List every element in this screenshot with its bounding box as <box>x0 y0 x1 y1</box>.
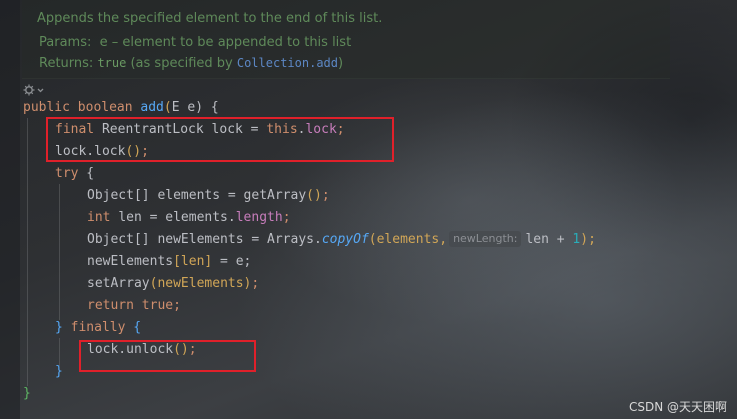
javadoc-returns-close: ) <box>338 56 344 71</box>
code-vision-icon[interactable] <box>23 83 45 97</box>
tok-keyword: public boolean <box>23 100 141 115</box>
javadoc-description: Appends the specified element to the end… <box>37 11 383 26</box>
tok-text: newElements <box>87 254 174 269</box>
tok-text: { <box>78 166 95 181</box>
tok-args: (elements, <box>368 232 448 247</box>
code-line-6: int len = elements.length; <box>87 207 291 229</box>
tok-text: = e; <box>212 254 252 269</box>
tok-text: len + <box>525 232 573 247</box>
javadoc-params-label: Params: <box>39 35 92 50</box>
code-line-9: setArray(newElements); <box>87 273 259 295</box>
tok-method-name: add <box>140 100 164 115</box>
code-line-5: Object[] elements = getArray(); <box>87 185 330 207</box>
tok-semicolon: ; <box>321 188 330 203</box>
javadoc-params: Params: e – element to be appended to th… <box>39 35 351 50</box>
code-line-7: Object[] newElements = Arrays.copyOf(ele… <box>87 229 596 251</box>
tok-semicolon: ; <box>251 276 260 291</box>
tok-semicolon: ; <box>282 210 291 225</box>
code-line-8: newElements[len] = e; <box>87 251 251 273</box>
code-line-1: public boolean add(E e) { <box>23 97 219 119</box>
tok-text: Object[] elements = <box>87 188 244 203</box>
tok-brace: { <box>125 320 142 335</box>
tok-static-method: copyOf <box>321 232 369 247</box>
indent-guide <box>59 184 60 320</box>
tok-semicolon: ; <box>173 298 181 313</box>
tok-text: e) { <box>179 100 219 115</box>
javadoc-returns-code: true <box>97 56 127 70</box>
tok-keyword: finally <box>70 320 126 335</box>
code-line-10: return true; <box>87 295 181 317</box>
code-line-11: } finally { <box>55 317 141 339</box>
tok-brace: } <box>55 320 71 335</box>
tok-text: getArray <box>243 188 307 203</box>
tok-text: Object[] newElements = Arrays. <box>87 232 322 247</box>
tok-keyword: int <box>87 210 119 225</box>
javadoc-returns-text: (as specified by <box>126 56 237 71</box>
tok-keyword: try <box>55 166 79 181</box>
highlight-box-lock <box>46 117 394 162</box>
tok-type: E <box>171 100 180 115</box>
code-line-13: } <box>55 364 63 379</box>
tok-text: len = elements. <box>118 210 236 225</box>
javadoc-collection-add-link[interactable]: Collection.add <box>237 56 338 70</box>
watermark: CSDN @天天困啊 <box>628 400 727 414</box>
tok-text: setArray <box>87 276 150 291</box>
tok-args: (newElements) <box>149 276 252 291</box>
javadoc-params-value: e – element to be appended to this list <box>99 35 352 50</box>
highlight-box-unlock <box>79 340 256 372</box>
parameter-hint: newLength: <box>449 231 522 247</box>
javadoc-returns: Returns: true (as specified by Collectio… <box>39 56 343 71</box>
indent-guide <box>27 118 28 386</box>
line-gutter <box>0 0 20 419</box>
code-line-4: try { <box>55 163 94 185</box>
tok-close: ); <box>580 232 596 247</box>
tok-paren: ( <box>163 100 172 115</box>
tok-field: length <box>235 210 283 225</box>
code-line-14: } <box>23 386 31 401</box>
tok-paren: () <box>306 188 322 203</box>
tok-keyword: return true <box>87 298 174 313</box>
javadoc-returns-label: Returns: <box>39 56 94 71</box>
tok-index: [len] <box>173 254 213 269</box>
